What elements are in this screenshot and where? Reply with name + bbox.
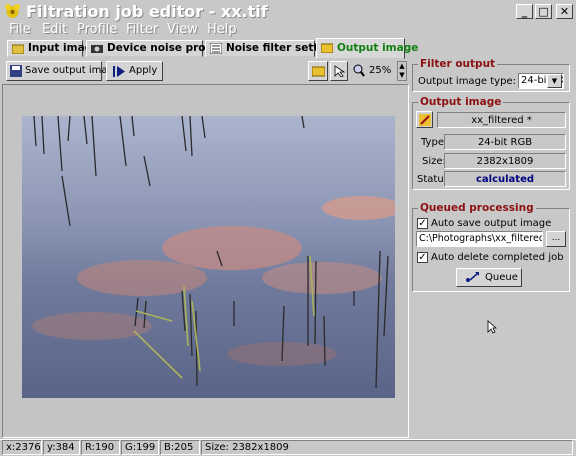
app-icon (4, 3, 21, 20)
zoom-icon (353, 64, 365, 80)
status-size: Size: 2382x1809 (201, 440, 573, 455)
camera-icon (91, 43, 103, 54)
settings-icon (209, 42, 223, 55)
apply-label: Apply (129, 65, 158, 76)
tab-device-noise-profile[interactable]: Device noise profile (86, 40, 224, 57)
queue-icon (465, 272, 479, 289)
status-x: x:2376 (2, 440, 42, 455)
image-edit-icon (419, 114, 431, 129)
size-value: 2382x1809 (444, 153, 566, 169)
tab-output-image[interactable]: Output image (316, 38, 418, 59)
browse-button[interactable]: ... (546, 231, 566, 247)
menu-file[interactable]: File (9, 22, 31, 37)
zoom-level: 25% (369, 65, 392, 76)
save-icon (10, 65, 22, 84)
queue-button[interactable]: Queue (456, 268, 522, 287)
output-image-icon-button[interactable] (416, 111, 433, 128)
tab-label: Output image (337, 42, 419, 54)
status-r: R:190 (81, 440, 120, 455)
menu-help[interactable]: Help (207, 22, 237, 37)
queued-processing-title: Queued processing (418, 202, 536, 214)
output-image-preview (22, 116, 395, 398)
minimize-button[interactable]: _ (516, 4, 533, 19)
menu-edit[interactable]: Edit (42, 22, 67, 37)
zoom-spinner[interactable]: ▲ ▼ (397, 61, 407, 81)
status-value: calculated (444, 171, 566, 187)
queue-label: Queue (485, 272, 518, 283)
play-icon (113, 66, 125, 84)
size-label: Size: (422, 156, 446, 167)
menu-filter[interactable]: Filter (126, 22, 158, 37)
mouse-cursor-icon (487, 320, 498, 337)
close-button[interactable]: ✕ (556, 4, 573, 19)
chevron-down-icon[interactable]: ▼ (547, 74, 562, 88)
folder-icon (311, 65, 326, 84)
window-title: Filtration job editor - xx.tif (26, 2, 268, 21)
output-path-input[interactable]: C:\Photographs\xx_filtered.tif (416, 231, 543, 247)
auto-save-label: Auto save output image (431, 218, 552, 229)
open-folder-button[interactable] (308, 61, 328, 81)
type-value: 24-bit RGB (444, 134, 566, 150)
menu-profile[interactable]: Profile (77, 22, 117, 37)
fit-view-button[interactable] (330, 61, 348, 81)
save-output-image-button[interactable]: Save output image (6, 61, 120, 84)
folder-icon (11, 43, 25, 55)
output-name-field: xx_filtered * (437, 112, 566, 128)
menu-view[interactable]: View (167, 22, 198, 37)
status-g: G:199 (121, 440, 159, 455)
cursor-icon (334, 65, 346, 84)
auto-delete-checkbox[interactable]: ✓ (417, 252, 428, 263)
auto-save-checkbox[interactable]: ✓ (417, 218, 428, 229)
filter-output-title: Filter output (418, 58, 498, 70)
status-y: y:384 (43, 440, 80, 455)
status-b: B:205 (160, 440, 200, 455)
folder-open-icon (320, 41, 334, 54)
tab-input-image[interactable]: Input image (7, 40, 99, 57)
apply-button[interactable]: Apply (106, 61, 163, 81)
maximize-button[interactable]: □ (535, 4, 552, 19)
output-type-label: Output image type: (418, 76, 516, 87)
tab-noise-filter-settings[interactable]: Noise filter settings (205, 40, 343, 57)
output-image-title: Output image (418, 96, 504, 108)
auto-delete-label: Auto delete completed job (431, 252, 564, 263)
